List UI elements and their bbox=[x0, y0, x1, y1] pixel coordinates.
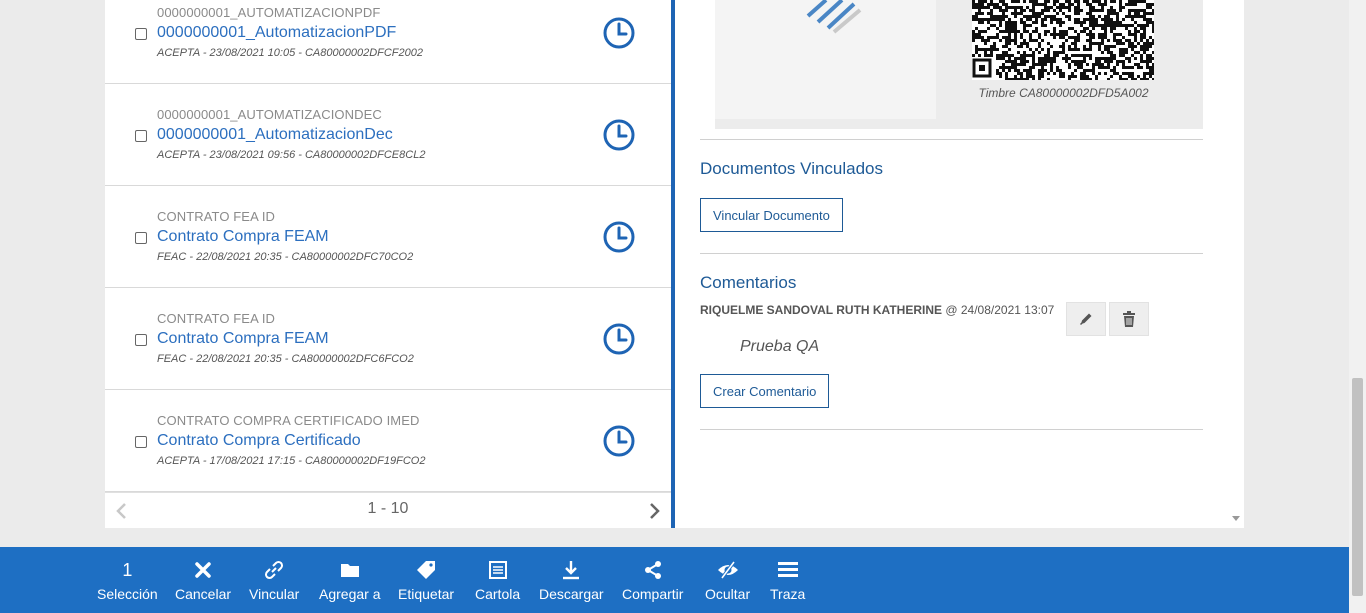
tag-icon bbox=[417, 561, 436, 579]
pagination: 1 - 10 bbox=[105, 492, 671, 528]
clock-icon[interactable] bbox=[602, 16, 636, 50]
document-logo-icon bbox=[806, 0, 862, 34]
link-document-button[interactable]: Vincular Documento bbox=[700, 198, 843, 232]
select-checkbox[interactable] bbox=[135, 130, 147, 142]
clock-icon[interactable] bbox=[602, 118, 636, 152]
select-checkbox[interactable] bbox=[135, 28, 147, 40]
document-list: 0000000001_AUTOMATIZACIONPDF 0000000001_… bbox=[105, 0, 671, 492]
cancel-button[interactable]: Cancelar bbox=[175, 547, 231, 613]
clock-icon[interactable] bbox=[602, 424, 636, 458]
select-checkbox[interactable] bbox=[135, 334, 147, 346]
document-type: 0000000001_AUTOMATIZACIONDEC bbox=[157, 107, 382, 122]
linked-documents-title: Documentos Vinculados bbox=[700, 159, 884, 178]
list-item[interactable]: CONTRATO COMPRA CERTIFICADO IMED Contrat… bbox=[105, 390, 671, 492]
add-to-button[interactable]: Agregar a bbox=[319, 547, 380, 613]
hide-button[interactable]: Ocultar bbox=[705, 547, 750, 613]
chevron-right-icon[interactable] bbox=[645, 501, 663, 521]
clock-icon[interactable] bbox=[602, 322, 636, 356]
download-button[interactable]: Descargar bbox=[539, 547, 604, 613]
share-icon bbox=[644, 561, 661, 579]
tool-label: Cancelar bbox=[175, 586, 232, 602]
document-meta: FEAC - 22/08/2021 20:35 - CA80000002DFC6… bbox=[157, 353, 414, 365]
document-type: 0000000001_AUTOMATIZACIONPDF bbox=[157, 5, 381, 20]
scrollbar-thumb[interactable] bbox=[1352, 378, 1363, 596]
tag-button[interactable]: Etiquetar bbox=[398, 547, 454, 613]
list-item[interactable]: CONTRATO FEA ID Contrato Compra FEAM FEA… bbox=[105, 288, 671, 390]
document-preview: Timbre CA80000002DFD5A002 bbox=[715, 0, 1203, 129]
select-checkbox[interactable] bbox=[135, 436, 147, 448]
tool-label: Etiquetar bbox=[398, 586, 455, 602]
link-icon bbox=[265, 560, 284, 580]
edit-comment-button[interactable] bbox=[1066, 302, 1106, 336]
delete-comment-button[interactable] bbox=[1109, 302, 1149, 336]
document-type: CONTRATO FEA ID bbox=[157, 311, 276, 326]
trace-list-icon bbox=[777, 562, 798, 577]
tool-label: Vincular bbox=[249, 586, 300, 602]
document-meta: ACEPTA - 23/08/2021 10:05 - CA80000002DF… bbox=[157, 47, 423, 59]
qr-code-icon bbox=[972, 0, 1154, 80]
selection-count-value: 1 bbox=[122, 560, 133, 580]
comment-text: Prueba QA bbox=[740, 338, 820, 355]
select-checkbox[interactable] bbox=[135, 232, 147, 244]
link-button[interactable]: Vincular bbox=[249, 547, 299, 613]
list-sheet-icon bbox=[488, 561, 507, 579]
document-type: CONTRATO FEA ID bbox=[157, 209, 276, 224]
selection-count: 1 Selección bbox=[97, 547, 158, 613]
comment-author: RIQUELME SANDOVAL RUTH KATHERINE bbox=[700, 303, 943, 317]
selection-toolbar: 1 Selección Cancelar Vincular Agregar a … bbox=[0, 547, 1349, 613]
comments-title: Comentarios bbox=[700, 273, 797, 292]
eye-slash-icon bbox=[717, 560, 738, 580]
page-scrollbar[interactable] bbox=[1349, 0, 1366, 613]
document-title-link[interactable]: Contrato Compra Certificado bbox=[157, 432, 361, 450]
clock-icon[interactable] bbox=[602, 220, 636, 254]
close-icon bbox=[195, 562, 211, 578]
document-meta: FEAC - 22/08/2021 20:35 - CA80000002DFC7… bbox=[157, 251, 414, 263]
divider bbox=[700, 139, 1203, 140]
trash-icon bbox=[1123, 311, 1135, 327]
document-type: CONTRATO COMPRA CERTIFICADO IMED bbox=[157, 413, 420, 428]
document-meta: ACEPTA - 23/08/2021 09:56 - CA80000002DF… bbox=[157, 149, 426, 161]
tool-label: Compartir bbox=[622, 586, 684, 602]
document-title-link[interactable]: 0000000001_AutomatizacionPDF bbox=[157, 24, 396, 42]
document-thumbnail[interactable] bbox=[715, 0, 936, 119]
document-title-link[interactable]: 0000000001_AutomatizacionDec bbox=[157, 126, 393, 144]
tool-label: Traza bbox=[770, 586, 806, 602]
download-icon bbox=[563, 561, 580, 580]
create-comment-button[interactable]: Crear Comentario bbox=[700, 374, 830, 408]
timbre-label: Timbre CA80000002DFD5A002 bbox=[978, 86, 1149, 100]
document-list-panel: 0000000001_AUTOMATIZACIONPDF 0000000001_… bbox=[105, 0, 671, 528]
document-detail-panel: Timbre CA80000002DFD5A002 Documentos Vin… bbox=[675, 0, 1244, 528]
comment-header: RIQUELME SANDOVAL RUTH KATHERINE @ 24/08… bbox=[700, 303, 1054, 317]
tool-label: Cartola bbox=[475, 586, 521, 602]
statement-button[interactable]: Cartola bbox=[475, 547, 520, 613]
tool-label: Ocultar bbox=[705, 586, 751, 602]
share-button[interactable]: Compartir bbox=[622, 547, 683, 613]
list-item[interactable]: 0000000001_AUTOMATIZACIONPDF 0000000001_… bbox=[105, 0, 671, 84]
tool-label: Agregar a bbox=[319, 586, 381, 602]
document-title-link[interactable]: Contrato Compra FEAM bbox=[157, 228, 329, 246]
trace-button[interactable]: Traza bbox=[770, 547, 805, 613]
list-item[interactable]: 0000000001_AUTOMATIZACIONDEC 0000000001_… bbox=[105, 84, 671, 186]
tool-label: Selección bbox=[97, 586, 158, 602]
tool-label: Descargar bbox=[539, 586, 604, 602]
divider bbox=[700, 253, 1203, 254]
pencil-icon bbox=[1079, 313, 1092, 326]
scroll-down-arrow-icon[interactable] bbox=[1232, 514, 1240, 522]
page-range: 1 - 10 bbox=[367, 500, 409, 517]
document-meta: ACEPTA - 17/08/2021 17:15 - CA80000002DF… bbox=[157, 455, 426, 467]
folder-icon bbox=[340, 564, 359, 577]
list-item[interactable]: CONTRATO FEA ID Contrato Compra FEAM FEA… bbox=[105, 186, 671, 288]
divider bbox=[700, 429, 1203, 430]
comment-date: @ 24/08/2021 13:07 bbox=[945, 303, 1055, 317]
document-title-link[interactable]: Contrato Compra FEAM bbox=[157, 330, 329, 348]
